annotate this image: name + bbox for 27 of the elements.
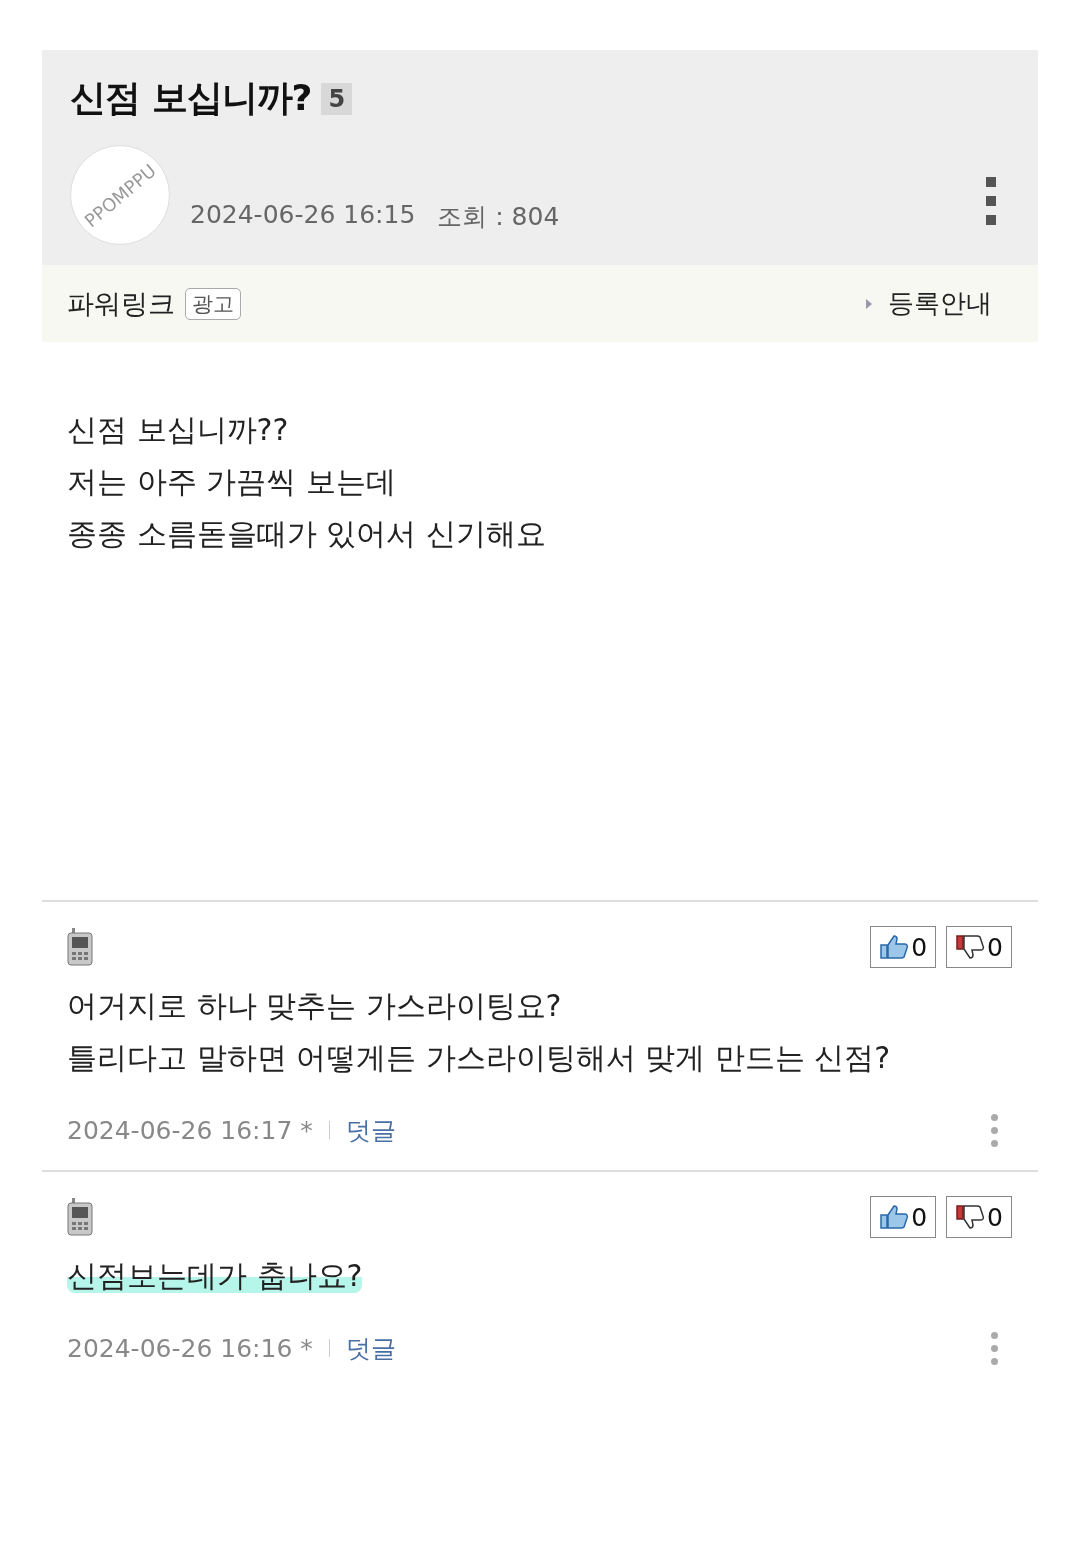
view-count: 조회 : 804 bbox=[437, 201, 560, 233]
post-text: 종종 소름돋을때가 있어서 신기해요 bbox=[67, 515, 547, 553]
phone-icon bbox=[67, 1198, 93, 1236]
phone-icon bbox=[67, 928, 93, 966]
powerlink-label: 파워링크 bbox=[67, 286, 175, 321]
post-text: 신점 보십니까?? bbox=[67, 411, 290, 449]
thumbs-down-icon bbox=[955, 934, 986, 960]
like-button[interactable]: 0 bbox=[870, 926, 937, 968]
comment-count: 5 bbox=[321, 82, 353, 115]
dislike-button[interactable]: 0 bbox=[946, 1196, 1012, 1238]
post-date: 2024-06-26 16:15 bbox=[190, 200, 416, 231]
ad-badge: 광고 bbox=[185, 287, 241, 320]
comment-text: 틀리다고 말하면 어떻게든 가스라이팅해서 맞게 만드는 신점? bbox=[67, 1040, 891, 1075]
comment-date: 2024-06-26 16:17 * bbox=[67, 1115, 313, 1145]
comment-date: 2024-06-26 16:16 * bbox=[67, 1333, 313, 1363]
register-link[interactable]: 등록안내 bbox=[888, 286, 992, 321]
thumbs-up-icon bbox=[879, 934, 910, 960]
comment-text: 어거지로 하나 맞추는 가스라이팅요? bbox=[67, 988, 562, 1023]
post-title: 신점 보십니까? bbox=[70, 76, 312, 120]
caret-icon bbox=[866, 298, 872, 309]
thumbs-up-icon bbox=[879, 1204, 910, 1230]
dislike-button[interactable]: 0 bbox=[946, 926, 1012, 968]
reply-link[interactable]: 덧글 bbox=[345, 1113, 396, 1147]
reply-link[interactable]: 덧글 bbox=[345, 1331, 396, 1365]
thumbs-down-icon bbox=[955, 1204, 986, 1230]
like-button[interactable]: 0 bbox=[870, 1196, 937, 1238]
post-text: 저는 아주 가끔씩 보는데 bbox=[67, 463, 397, 501]
